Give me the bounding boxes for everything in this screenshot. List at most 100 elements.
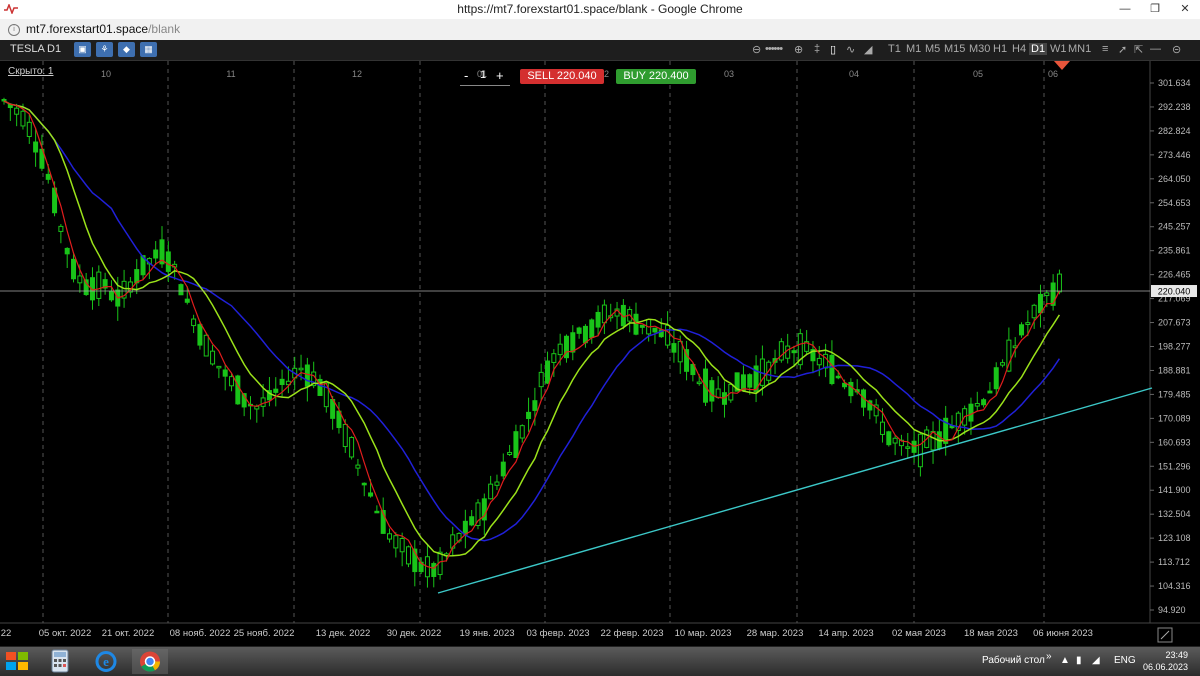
area-chart-icon[interactable]: ◢	[864, 43, 872, 56]
candle-body	[108, 291, 114, 301]
internet-explorer-icon[interactable]: e	[86, 649, 126, 674]
close-icon[interactable]: ✕	[1170, 0, 1200, 19]
zoom-out-icon[interactable]: ⊖	[752, 43, 761, 56]
address-bar[interactable]: i mt7.forexstart01.space/blank	[0, 19, 1200, 41]
system-clock[interactable]: 23:49 06.06.2023	[1142, 649, 1188, 673]
candle-body	[64, 247, 70, 255]
sell-button[interactable]: SELL 220.040	[520, 69, 604, 84]
lot-underline	[460, 85, 510, 86]
url-text[interactable]: mt7.forexstart01.space/blank	[26, 22, 180, 36]
candle-body	[235, 375, 241, 405]
restore-icon[interactable]: ❐	[1140, 0, 1170, 19]
price-tick-label: 94.920	[1158, 605, 1186, 615]
candle-body	[361, 482, 367, 486]
tf-m1[interactable]: M1	[906, 43, 921, 55]
network-icon[interactable]: ▮	[1076, 655, 1082, 666]
tf-d1[interactable]: D1	[1029, 43, 1048, 55]
candle-body	[747, 374, 753, 388]
candle-body	[96, 271, 102, 299]
price-tick-label: 160.693	[1158, 437, 1191, 447]
price-tick-label: 273.446	[1158, 150, 1191, 160]
candle-body	[791, 350, 797, 354]
candle-body	[886, 431, 892, 446]
signal-icon[interactable]: ◢	[1092, 655, 1100, 666]
hline-icon[interactable]: —	[1150, 43, 1161, 55]
calculator-app-icon[interactable]	[40, 649, 80, 674]
candle-body	[570, 332, 576, 353]
candle-body	[216, 365, 222, 369]
start-button-icon[interactable]	[4, 649, 30, 673]
candle-body	[1025, 322, 1031, 325]
hidden-objects-label[interactable]: Скрыто: 1	[8, 66, 54, 77]
candle-body	[696, 381, 702, 385]
lot-stepper: - 1 +	[460, 68, 510, 86]
price-chart[interactable]: 301.634 292.238 282.824 273.446 264.050 254.6…	[0, 61, 1200, 646]
candle-body	[393, 535, 399, 549]
price-tick-label: 141.900	[1158, 485, 1191, 495]
templates-icon[interactable]: ▦	[140, 42, 157, 57]
tf-m5[interactable]: M5	[925, 43, 940, 55]
price-tick-label: 282.824	[1158, 126, 1191, 136]
tf-h4[interactable]: H4	[1012, 43, 1026, 55]
candle-body	[987, 390, 993, 394]
tray-arrow-icon[interactable]: ▲	[1060, 655, 1070, 666]
price-tick-label: 235.861	[1158, 246, 1191, 256]
candle-body	[595, 311, 601, 328]
buy-button[interactable]: BUY 220.400	[616, 69, 696, 84]
objects-icon[interactable]: ◆	[118, 42, 135, 57]
zoom-in-icon[interactable]: ⊕	[794, 43, 803, 56]
candle-body	[1, 98, 7, 102]
candle-body	[488, 483, 494, 500]
secure-lock-icon[interactable]: i	[8, 24, 20, 36]
candle-body	[545, 360, 551, 384]
candle-body	[582, 325, 588, 344]
desktop-toolbar-label[interactable]: Рабочий стол	[982, 655, 1045, 666]
lot-value[interactable]: 1	[480, 69, 486, 81]
chrome-icon[interactable]	[130, 649, 170, 674]
menu-lines-icon[interactable]: ≡	[1102, 43, 1108, 55]
candle-body	[431, 563, 437, 577]
crosshair-icon[interactable]: ‡	[814, 43, 820, 55]
tf-t1[interactable]: T1	[888, 43, 901, 55]
tf-h1[interactable]: H1	[993, 43, 1007, 55]
candle-body	[557, 343, 563, 356]
tf-w1[interactable]: W1	[1050, 43, 1067, 55]
candle-body	[165, 251, 171, 272]
candle-body	[222, 369, 228, 377]
tf-m30[interactable]: M30	[969, 43, 990, 55]
lot-minus-button[interactable]: -	[464, 68, 468, 83]
fullscreen-icon[interactable]: ⇱	[1134, 43, 1143, 56]
symbol-label[interactable]: TESLA	[10, 43, 45, 55]
indicators-icon[interactable]: ⚘	[96, 42, 113, 57]
candle-body	[892, 437, 898, 444]
zoom-slider-icon[interactable]: ••••••	[765, 43, 783, 55]
candle-body	[507, 451, 513, 455]
candle-body	[77, 275, 83, 284]
candle-body	[469, 516, 475, 526]
tf-m15[interactable]: M15	[944, 43, 965, 55]
price-tick-label: 113.712	[1158, 557, 1190, 567]
date-label: 21 окт. 2022	[102, 628, 154, 639]
lot-plus-button[interactable]: +	[496, 68, 504, 83]
candle-body	[879, 421, 885, 435]
candle-body	[33, 141, 39, 153]
line-chart-icon[interactable]: ∿	[846, 43, 855, 56]
candle-body	[589, 319, 595, 338]
bar-chart-type-icon[interactable]: ▣	[74, 42, 91, 57]
language-indicator[interactable]: ENG	[1114, 655, 1136, 666]
date-label: 13 дек. 2022	[316, 628, 371, 639]
candle-body	[58, 225, 64, 232]
month-label: 05	[973, 69, 983, 79]
candle-body	[551, 353, 557, 363]
candles-icon[interactable]: ▯	[830, 43, 836, 56]
candle-body	[20, 110, 26, 127]
toolbar-expand-icon[interactable]: »	[1046, 651, 1052, 662]
remove-icon[interactable]: ⊝	[1172, 43, 1181, 56]
date-label: 22 февр. 2023	[600, 628, 663, 639]
minimize-icon[interactable]: —	[1110, 0, 1140, 19]
timeframe-label[interactable]: D1	[47, 43, 61, 55]
tf-mn1[interactable]: MN1	[1068, 43, 1091, 55]
candle-body	[816, 357, 822, 366]
candle-body	[848, 381, 854, 397]
draw-line-icon[interactable]: ➚	[1118, 43, 1127, 56]
